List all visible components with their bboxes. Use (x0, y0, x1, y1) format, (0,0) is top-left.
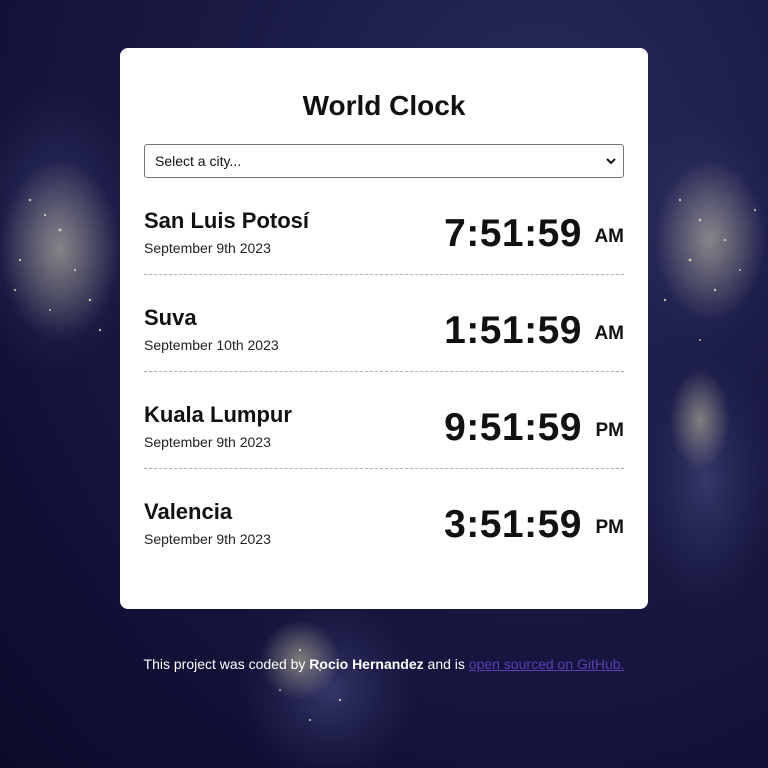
github-link[interactable]: open sourced on GitHub. (469, 656, 625, 672)
city-name: Suva (144, 305, 197, 330)
city-time: 9:51:59 (444, 406, 582, 449)
world-clock-card: World Clock Select a city... San Luis Po… (120, 48, 648, 609)
city-row: Valencia September 9th 2023 3:51:59 PM (144, 469, 624, 566)
city-date: September 9th 2023 (144, 240, 271, 256)
city-ampm: AM (594, 226, 624, 247)
city-row: San Luis Potosí September 9th 2023 7:51:… (144, 178, 624, 275)
page-title: World Clock (302, 90, 466, 121)
city-row: Suva September 10th 2023 1:51:59 AM (144, 275, 624, 372)
city-name: Kuala Lumpur (144, 402, 292, 427)
city-ampm: AM (594, 323, 624, 344)
city-select[interactable]: Select a city... (144, 144, 624, 178)
city-date: September 9th 2023 (144, 434, 271, 450)
footer-middle: and is (427, 656, 465, 672)
city-ampm: PM (595, 420, 625, 441)
city-list: San Luis Potosí September 9th 2023 7:51:… (144, 178, 624, 566)
city-time: 7:51:59 (444, 212, 582, 255)
city-name: San Luis Potosí (144, 208, 310, 233)
footer-author: Rocio Hernandez (309, 656, 424, 672)
city-name: Valencia (144, 499, 233, 524)
city-ampm: PM (595, 517, 625, 538)
city-date: September 10th 2023 (144, 337, 279, 353)
city-row: Kuala Lumpur September 9th 2023 9:51:59 … (144, 372, 624, 469)
city-time: 1:51:59 (444, 309, 582, 352)
footer: This project was coded by Rocio Hernande… (0, 656, 768, 672)
footer-prefix: This project was coded by (143, 656, 306, 672)
city-date: September 9th 2023 (144, 531, 271, 547)
city-time: 3:51:59 (444, 503, 582, 546)
city-select-wrapper: Select a city... (144, 144, 624, 178)
